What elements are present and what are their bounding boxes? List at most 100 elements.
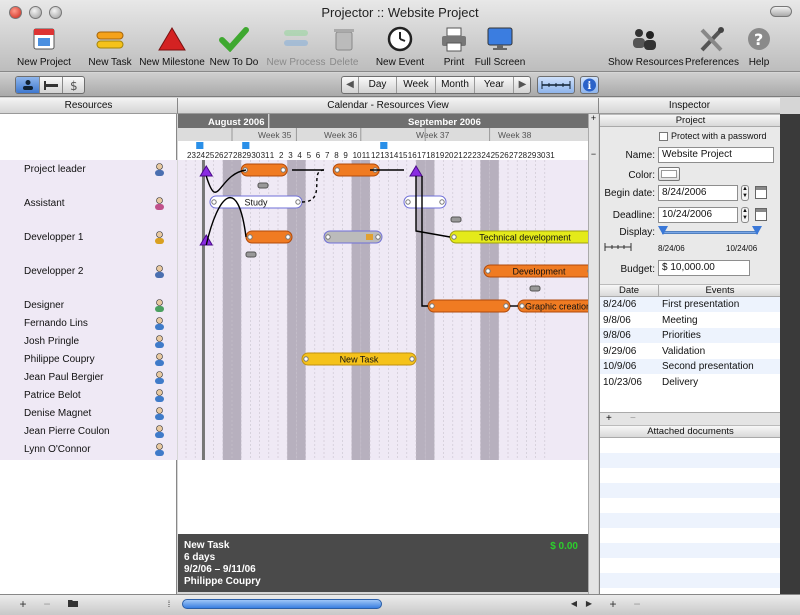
remove-resource-button[interactable]: − [38, 597, 56, 611]
add-resource-button[interactable]: + [14, 597, 32, 611]
bar-end-handle[interactable] [375, 234, 381, 240]
show-resources-button[interactable]: Show Resources [608, 24, 684, 70]
print-button[interactable]: Print [437, 24, 471, 70]
protect-password-checkbox[interactable] [659, 132, 668, 141]
begin-date-input[interactable]: 8/24/2006 [658, 185, 738, 201]
display-start-handle[interactable] [658, 226, 668, 235]
add-event-button[interactable]: + [606, 413, 612, 424]
scroll-right-button[interactable]: ▶ [580, 597, 598, 611]
previous-period-button[interactable]: ◀ [342, 77, 358, 93]
help-button[interactable]: ? Help [742, 24, 776, 70]
bar-start-handle[interactable] [334, 167, 340, 173]
todo-chip[interactable] [450, 216, 462, 223]
bar-start-handle[interactable] [429, 303, 435, 309]
add-document-button[interactable]: + [604, 597, 622, 611]
cost-view-button[interactable]: $ [62, 77, 85, 93]
event-marker[interactable] [196, 142, 204, 149]
bar-start-handle[interactable] [303, 356, 309, 362]
resource-row[interactable]: Developper 1 [0, 230, 177, 246]
folder-button[interactable] [64, 597, 82, 611]
splitter-handle[interactable]: ⁞ [160, 597, 178, 611]
calendar-vertical-scrollbar[interactable]: + − [588, 114, 598, 594]
event-row[interactable]: 8/24/06 First presentation [600, 297, 781, 312]
new-project-button[interactable]: New Project [14, 24, 74, 70]
bar-start-handle[interactable] [485, 268, 491, 274]
new-milestone-button[interactable]: New Milestone [139, 24, 205, 70]
scale-week-button[interactable]: Week [396, 77, 435, 93]
project-name-input[interactable]: Website Project [658, 147, 774, 163]
preferences-button[interactable]: Preferences [681, 24, 743, 70]
event-row[interactable]: 10/23/06 Delivery [600, 374, 781, 390]
event-row[interactable]: 9/29/06 Validation [600, 343, 781, 359]
begin-date-stepper[interactable]: ▲ ▼ [741, 185, 749, 201]
todo-chip[interactable] [257, 182, 269, 189]
deadline-input[interactable]: 10/24/2006 [658, 207, 738, 223]
resource-row[interactable]: Developper 2 [0, 264, 177, 280]
deadline-calendar-icon[interactable] [755, 208, 767, 221]
deadline-stepper[interactable]: ▲ ▼ [741, 207, 749, 223]
resource-row[interactable]: Project leader [0, 162, 177, 178]
designer-task-bar[interactable] [427, 299, 511, 313]
event-row[interactable]: 9/8/06 Priorities [600, 328, 781, 343]
new-task-button[interactable]: New Task [84, 24, 136, 70]
bar-start-handle[interactable] [451, 234, 457, 240]
resource-row[interactable]: Designer [0, 298, 177, 314]
fit-timeline-button[interactable] [537, 76, 575, 94]
event-row[interactable]: 9/8/06 Meeting [600, 312, 781, 328]
project-leader-task-bar-1[interactable] [240, 163, 288, 177]
bar-end-handle[interactable] [285, 234, 291, 240]
todo-chip[interactable] [529, 285, 541, 292]
bar-start-handle[interactable] [519, 303, 525, 309]
remove-document-button[interactable]: − [628, 597, 646, 611]
resource-row[interactable]: Assistant [0, 196, 177, 212]
remove-event-button[interactable]: − [630, 413, 636, 424]
zoom-out-button[interactable]: − [589, 150, 598, 159]
info-button[interactable]: i [580, 76, 599, 94]
resource-row[interactable]: Patrice Belot [0, 388, 177, 404]
resources-view-button[interactable] [16, 77, 39, 93]
resource-row[interactable]: Jean Paul Bergier [0, 370, 177, 386]
begin-date-calendar-icon[interactable] [755, 186, 767, 199]
developer1-task-bar[interactable] [245, 230, 293, 244]
resource-row[interactable]: Denise Magnet [0, 406, 177, 422]
event-marker[interactable] [242, 142, 250, 149]
scale-day-button[interactable]: Day [358, 77, 396, 93]
bar-start-handle[interactable] [247, 234, 253, 240]
bar-start-handle[interactable] [211, 199, 217, 205]
zoom-in-button[interactable]: + [589, 114, 598, 123]
bar-end-handle[interactable] [280, 167, 286, 173]
developer1-locked-bar[interactable] [323, 230, 383, 244]
bar-end-handle[interactable] [295, 199, 301, 205]
todo-chip[interactable] [245, 251, 257, 258]
new-todo-button[interactable]: New To Do [208, 24, 260, 70]
bar-end-handle[interactable] [439, 199, 445, 205]
resource-row[interactable]: Fernando Lins [0, 316, 177, 332]
scale-month-button[interactable]: Month [435, 77, 474, 93]
new-event-button[interactable]: New Event [374, 24, 426, 70]
event-marker[interactable] [380, 142, 388, 149]
bar-start-handle[interactable] [405, 199, 411, 205]
bar-end-handle[interactable] [409, 356, 415, 362]
events-name-column[interactable]: Events [658, 285, 781, 297]
resource-row[interactable]: Lynn O'Connor [0, 442, 177, 458]
display-end-handle[interactable] [752, 226, 762, 235]
toolbar-toggle-button[interactable] [770, 6, 792, 17]
full-screen-button[interactable]: Full Screen [472, 24, 528, 70]
new-process-button[interactable]: New Process [264, 24, 328, 70]
delete-button[interactable]: Delete [327, 24, 361, 70]
budget-input[interactable]: $ 10,000.00 [658, 260, 750, 276]
week-label: Week 35 [258, 130, 292, 140]
gantt-view-button[interactable] [39, 77, 62, 93]
event-row[interactable]: 10/9/06 Second presentation [600, 359, 781, 374]
scale-year-button[interactable]: Year [474, 77, 513, 93]
resource-row[interactable]: Philippe Coupry [0, 352, 177, 368]
bar-start-handle[interactable] [325, 234, 331, 240]
color-well[interactable] [658, 167, 680, 181]
next-period-button[interactable]: ▶ [513, 77, 531, 93]
display-range-slider[interactable] [662, 231, 758, 234]
resource-row[interactable]: Josh Pringle [0, 334, 177, 350]
calendar-horizontal-scrollbar[interactable] [182, 599, 382, 609]
bar-end-handle[interactable] [503, 303, 509, 309]
events-date-column[interactable]: Date [600, 285, 658, 297]
resource-row[interactable]: Jean Pierre Coulon [0, 424, 177, 440]
